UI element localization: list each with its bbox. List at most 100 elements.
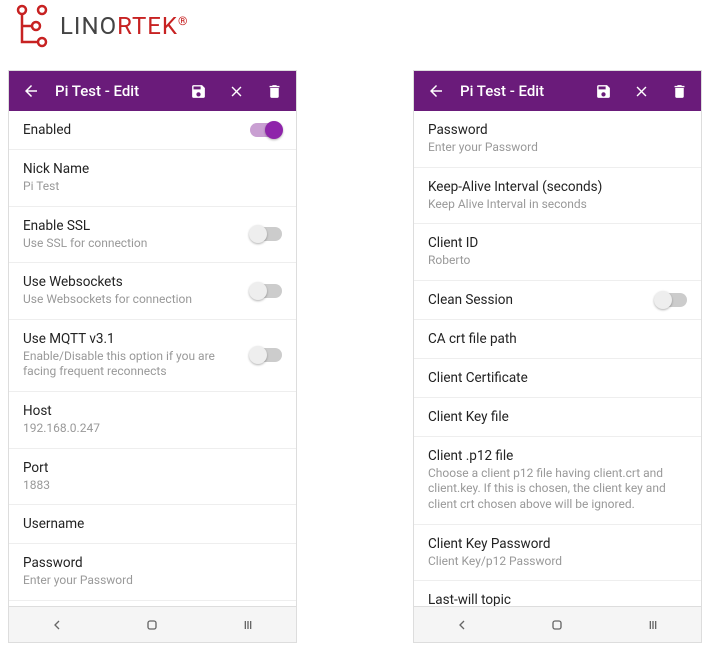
setting-row[interactable]: Client Certificate: [414, 359, 701, 398]
setting-sub: Use Websockets for connection: [23, 292, 250, 308]
setting-row[interactable]: Use Websockets Use Websockets for connect…: [9, 263, 296, 320]
setting-row[interactable]: Keep-Alive Interval (seconds) Keep Alive …: [414, 168, 701, 225]
logo-text: LINORTEK®: [60, 12, 188, 40]
setting-sub: Enter your Password: [23, 573, 282, 589]
setting-row[interactable]: Use MQTT v3.1 Enable/Disable this option …: [9, 320, 296, 392]
phone-left: Pi Test - Edit EnabledNick NamePi TestEn…: [8, 70, 297, 643]
save-icon[interactable]: [184, 77, 212, 105]
setting-sub: 1883: [23, 478, 282, 494]
setting-text: CA crt file path: [428, 331, 687, 347]
setting-text: Password Enter your Password: [428, 122, 687, 156]
setting-row[interactable]: Nick Name Pi Test: [9, 150, 296, 207]
setting-label: Use Websockets: [23, 274, 250, 290]
setting-label: Client Key Password: [428, 536, 687, 552]
setting-text: Clean Session: [428, 292, 655, 308]
logo-icon: [8, 2, 56, 50]
nav-recent-icon[interactable]: [633, 613, 673, 637]
toggle-knob: [654, 291, 672, 309]
setting-text: Client .p12 file Choose a client p12 file…: [428, 448, 687, 513]
setting-row[interactable]: Enable SSLUse SSL for connection: [9, 207, 296, 264]
settings-list[interactable]: Enabled Nick Name Pi Test Enable SSLUse SSL…: [9, 111, 296, 606]
toggle-knob: [249, 346, 267, 364]
delete-icon[interactable]: [260, 77, 288, 105]
setting-row[interactable]: Client Key PasswordClient Key/p12 Passwo…: [414, 525, 701, 582]
back-icon[interactable]: [422, 77, 450, 105]
setting-label: Use MQTT v3.1: [23, 331, 250, 347]
setting-label: Host: [23, 403, 282, 419]
nav-home-icon[interactable]: [132, 613, 172, 637]
toggle-knob: [265, 121, 283, 139]
setting-row[interactable]: Port 1883: [9, 449, 296, 506]
setting-sub: Keep Alive Interval in seconds: [428, 197, 687, 213]
setting-text: Client ID Roberto: [428, 235, 687, 269]
close-icon[interactable]: [222, 77, 250, 105]
setting-sub: Enter your Password: [428, 140, 687, 156]
close-icon[interactable]: [627, 77, 655, 105]
setting-label: Client Key file: [428, 409, 687, 425]
setting-text: Enabled: [23, 122, 250, 138]
setting-text: Last-will topic: [428, 592, 687, 606]
toggle-switch[interactable]: [250, 227, 282, 241]
setting-sub: 192.168.0.247: [23, 421, 282, 437]
setting-label: Clean Session: [428, 292, 655, 308]
nav-recent-icon[interactable]: [228, 613, 268, 637]
nav-back-icon[interactable]: [37, 613, 77, 637]
app-title: Pi Test - Edit: [450, 82, 589, 100]
setting-row[interactable]: Enabled: [9, 111, 296, 150]
setting-row[interactable]: Password Enter your Password: [9, 544, 296, 601]
setting-row[interactable]: Client Key file: [414, 398, 701, 437]
setting-row[interactable]: Client .p12 file Choose a client p12 file…: [414, 437, 701, 525]
toggle-switch[interactable]: [655, 293, 687, 307]
setting-label: Enabled: [23, 122, 250, 138]
toggle-switch[interactable]: [250, 123, 282, 137]
phone-right: Pi Test - Edit Password Enter your Passwo…: [413, 70, 702, 643]
android-nav-bar: [9, 606, 296, 642]
setting-sub: Roberto: [428, 253, 687, 269]
setting-label: Client ID: [428, 235, 687, 251]
setting-label: Password: [23, 555, 282, 571]
toggle-switch[interactable]: [250, 284, 282, 298]
save-icon[interactable]: [589, 77, 617, 105]
setting-sub: Enable/Disable this option if you are fa…: [23, 349, 250, 380]
setting-row[interactable]: Last-will topic: [414, 581, 701, 606]
setting-label: Nick Name: [23, 161, 282, 177]
setting-text: Client Key file: [428, 409, 687, 425]
setting-row[interactable]: Client ID Roberto: [414, 224, 701, 281]
delete-icon[interactable]: [665, 77, 693, 105]
setting-text: Enable SSLUse SSL for connection: [23, 218, 250, 252]
setting-label: Keep-Alive Interval (seconds): [428, 179, 687, 195]
toggle-switch[interactable]: [250, 348, 282, 362]
setting-text: Username: [23, 516, 282, 532]
setting-text: Nick Name Pi Test: [23, 161, 282, 195]
setting-row[interactable]: Keep-Alive Interval (seconds): [9, 601, 296, 606]
app-bar: Pi Test - Edit: [9, 71, 296, 111]
setting-row[interactable]: Password Enter your Password: [414, 111, 701, 168]
setting-text: Port 1883: [23, 460, 282, 494]
setting-text: Keep-Alive Interval (seconds) Keep Alive …: [428, 179, 687, 213]
logo-area: LINORTEK®: [0, 0, 718, 52]
setting-text: Client Key PasswordClient Key/p12 Passwo…: [428, 536, 687, 570]
setting-row[interactable]: Host 192.168.0.247: [9, 392, 296, 449]
setting-label: Last-will topic: [428, 592, 687, 606]
setting-label: Password: [428, 122, 687, 138]
setting-sub: Choose a client p12 file having client.c…: [428, 466, 687, 513]
app-title: Pi Test - Edit: [45, 82, 184, 100]
setting-row[interactable]: CA crt file path: [414, 320, 701, 359]
setting-row[interactable]: Clean Session: [414, 281, 701, 320]
setting-text: Use Websockets Use Websockets for connect…: [23, 274, 250, 308]
settings-list[interactable]: Password Enter your Password Keep-Alive In…: [414, 111, 701, 606]
nav-back-icon[interactable]: [442, 613, 482, 637]
setting-row[interactable]: Username: [9, 505, 296, 544]
nav-home-icon[interactable]: [537, 613, 577, 637]
setting-label: Client Certificate: [428, 370, 687, 386]
toggle-knob: [249, 225, 267, 243]
setting-label: Username: [23, 516, 282, 532]
setting-label: Port: [23, 460, 282, 476]
app-bar: Pi Test - Edit: [414, 71, 701, 111]
android-nav-bar: [414, 606, 701, 642]
back-icon[interactable]: [17, 77, 45, 105]
setting-sub: Pi Test: [23, 179, 282, 195]
setting-label: Client .p12 file: [428, 448, 687, 464]
setting-text: Password Enter your Password: [23, 555, 282, 589]
setting-label: Enable SSL: [23, 218, 250, 234]
